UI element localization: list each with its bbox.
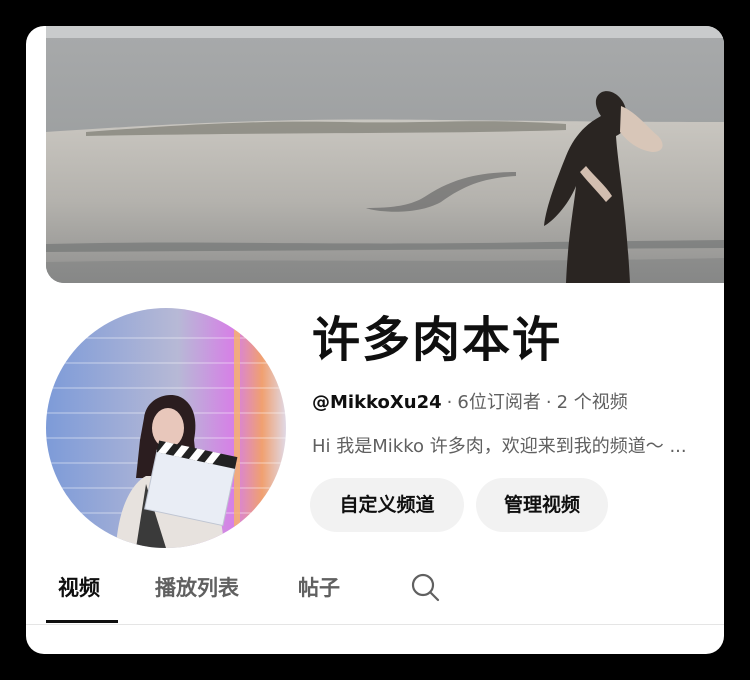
video-count: 2 个视频 — [556, 392, 628, 413]
search-icon[interactable] — [408, 570, 442, 604]
channel-meta: @MikkoXu24 · 6位订阅者 · 2 个视频 — [312, 390, 628, 416]
tabs-divider — [26, 624, 724, 625]
tab-playlists[interactable]: 播放列表 — [155, 572, 239, 602]
tab-posts[interactable]: 帖子 — [298, 572, 340, 602]
meta-separator: · — [446, 392, 453, 413]
channel-banner — [46, 26, 724, 283]
channel-avatar[interactable] — [46, 308, 286, 548]
channel-name: 许多肉本许 — [312, 312, 563, 368]
channel-handle[interactable]: @MikkoXu24 — [312, 392, 442, 413]
tab-videos[interactable]: 视频 — [58, 572, 100, 602]
customize-channel-button[interactable]: 自定义频道 — [310, 478, 464, 532]
channel-page: 许多肉本许 @MikkoXu24 · 6位订阅者 · 2 个视频 Hi 我是Mikko … — [26, 26, 724, 654]
manage-videos-button[interactable]: 管理视频 — [476, 478, 608, 532]
selected-tab-indicator — [46, 620, 118, 623]
meta-separator: · — [545, 392, 552, 413]
subscriber-count: 6位订阅者 — [457, 392, 541, 413]
channel-tabs: 视频 播放列表 帖子 — [46, 558, 724, 624]
channel-description[interactable]: Hi 我是Mikko 许多肉，欢迎来到我的频道～ ... — [312, 434, 724, 460]
